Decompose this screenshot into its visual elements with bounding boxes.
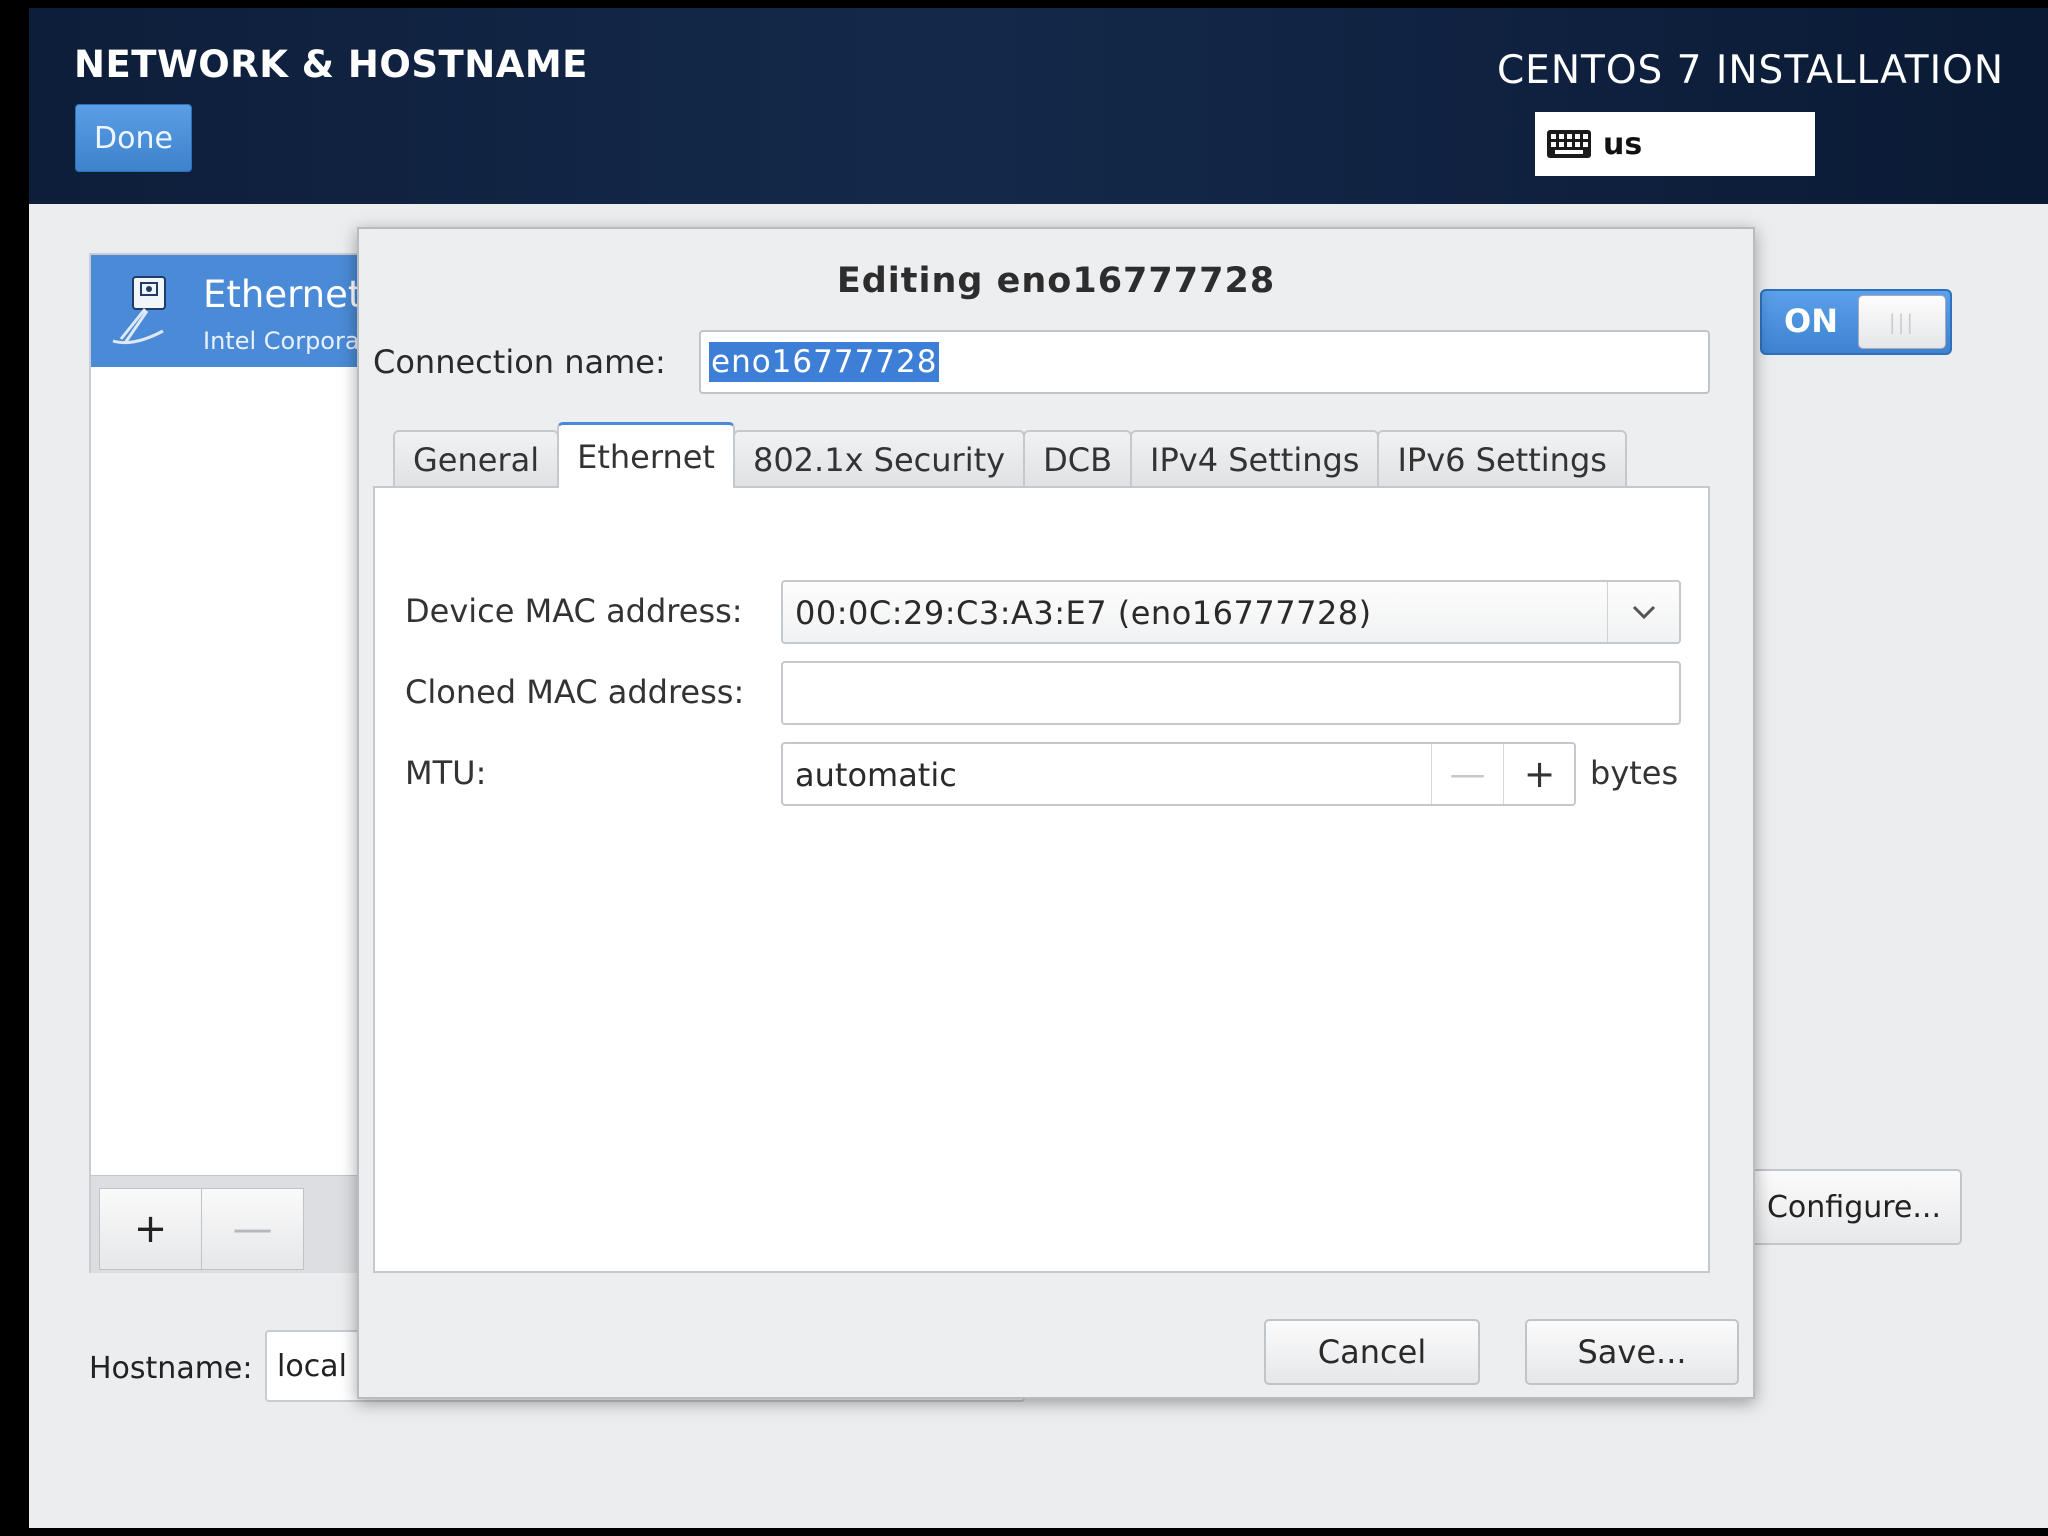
settings-tabs: General Ethernet 802.1x Security DCB IPv… <box>393 422 1627 488</box>
mtu-unit: bytes <box>1590 754 1679 792</box>
chevron-down-icon[interactable] <box>1607 582 1679 642</box>
connection-name-label: Connection name: <box>373 343 666 381</box>
ethernet-icon <box>112 276 166 345</box>
tab-ipv4-settings[interactable]: IPv4 Settings <box>1130 430 1380 488</box>
installer-screen: NETWORK & HOSTNAME Done CENTOS 7 INSTALL… <box>29 8 2048 1528</box>
add-device-button[interactable]: + <box>99 1188 202 1270</box>
device-vendor: Intel Corpora <box>203 327 360 355</box>
save-button[interactable]: Save... <box>1525 1319 1739 1385</box>
page-title: NETWORK & HOSTNAME <box>74 43 588 86</box>
mtu-value: automatic <box>795 756 957 794</box>
device-name: Ethernet <box>203 273 363 316</box>
connection-name-input[interactable]: eno16777728 <box>699 330 1710 394</box>
mtu-stepper[interactable]: automatic — + <box>781 742 1576 806</box>
tab-8021x-security[interactable]: 802.1x Security <box>732 430 1026 488</box>
cancel-button[interactable]: Cancel <box>1264 1319 1480 1385</box>
device-mac-select[interactable]: 00:0C:29:C3:A3:E7 (eno16777728) <box>781 580 1681 644</box>
tab-ipv6-settings[interactable]: IPv6 Settings <box>1377 430 1627 488</box>
device-mac-value: 00:0C:29:C3:A3:E7 (eno16777728) <box>795 594 1372 632</box>
tab-general[interactable]: General <box>393 430 560 488</box>
connection-toggle[interactable]: ON ||| <box>1760 289 1952 355</box>
toggle-label: ON <box>1784 302 1838 340</box>
ethernet-tab-panel: Device MAC address: 00:0C:29:C3:A3:E7 (e… <box>373 486 1710 1273</box>
keyboard-layout-indicator[interactable]: us <box>1535 112 1815 176</box>
device-mac-label: Device MAC address: <box>405 592 743 630</box>
tab-ethernet[interactable]: Ethernet <box>557 422 735 488</box>
edit-connection-dialog: Editing eno16777728 Connection name: eno… <box>357 227 1755 1399</box>
done-button[interactable]: Done <box>75 104 192 172</box>
mtu-decrement-button[interactable]: — <box>1431 744 1503 804</box>
configure-button[interactable]: Configure... <box>1746 1169 1962 1245</box>
keyboard-icon <box>1547 130 1591 158</box>
mtu-increment-button[interactable]: + <box>1503 744 1575 804</box>
cloned-mac-input[interactable] <box>781 661 1681 725</box>
dialog-title: Editing eno16777728 <box>836 261 1276 301</box>
cloned-mac-label: Cloned MAC address: <box>405 673 745 711</box>
tab-dcb[interactable]: DCB <box>1023 430 1133 488</box>
header-bar: NETWORK & HOSTNAME Done CENTOS 7 INSTALL… <box>29 8 2048 204</box>
connection-name-value: eno16777728 <box>709 342 940 382</box>
hostname-label: Hostname: <box>89 1351 253 1386</box>
keyboard-layout-label: us <box>1603 126 1643 162</box>
remove-device-button[interactable]: — <box>201 1188 304 1270</box>
toggle-knob[interactable]: ||| <box>1858 295 1946 349</box>
mtu-label: MTU: <box>405 754 487 792</box>
product-title: CENTOS 7 INSTALLATION <box>1496 48 2004 93</box>
